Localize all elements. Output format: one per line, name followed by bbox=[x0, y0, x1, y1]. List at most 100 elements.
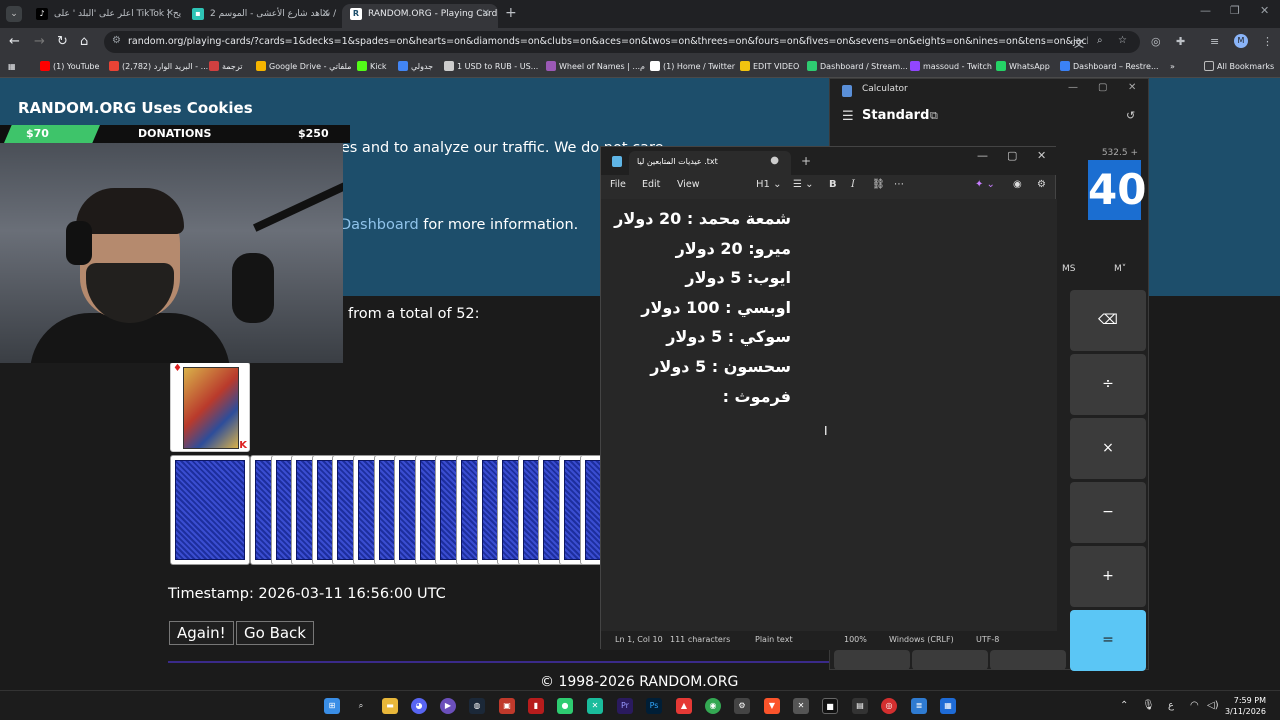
app-icon[interactable]: ■ bbox=[822, 698, 838, 714]
reload-icon[interactable]: ↻ bbox=[57, 34, 68, 50]
account-icon[interactable]: ◉ bbox=[1013, 179, 1022, 190]
bookmark-star-icon[interactable]: ☆ bbox=[1118, 35, 1127, 46]
divide-key[interactable]: ÷ bbox=[1070, 354, 1146, 415]
discord-icon[interactable]: ◕ bbox=[411, 698, 427, 714]
list-icon[interactable]: ☰ ⌄ bbox=[793, 179, 814, 190]
file-explorer-icon[interactable]: ▬ bbox=[382, 698, 398, 714]
bold-icon[interactable]: B bbox=[829, 179, 837, 190]
calculator-taskbar-icon[interactable]: ▦ bbox=[940, 698, 956, 714]
app-icon[interactable]: ▲ bbox=[676, 698, 692, 714]
multiply-key[interactable]: × bbox=[1070, 418, 1146, 479]
app-icon[interactable]: ▮ bbox=[528, 698, 544, 714]
close-icon[interactable]: ✕ bbox=[1037, 149, 1046, 162]
bookmark-item[interactable]: Dashboard – Restre... bbox=[1060, 60, 1159, 73]
menu-edit[interactable]: Edit bbox=[642, 179, 660, 190]
bookmark-item[interactable]: massoud - Twitch bbox=[910, 60, 992, 73]
home-icon[interactable]: ⌂ bbox=[80, 34, 88, 50]
subtract-key[interactable]: − bbox=[1070, 482, 1146, 543]
bookmark-item[interactable]: Kick bbox=[357, 60, 387, 73]
go-back-button[interactable]: Go Back bbox=[236, 621, 314, 645]
tab-series[interactable]: ▪ شاهد شارع الأعشى - الموسم 2 / ✕ bbox=[184, 4, 338, 28]
bookmark-item[interactable]: 1 USD to RUB - US... bbox=[444, 60, 538, 73]
link-icon[interactable]: ⛓ bbox=[872, 179, 885, 190]
italic-icon[interactable]: I bbox=[851, 179, 855, 190]
apps-icon[interactable]: ▦ bbox=[8, 60, 16, 73]
address-bar[interactable]: ⚙ random.org/playing-cards/?cards=1&deck… bbox=[104, 31, 1140, 53]
premiere-icon[interactable]: Pr bbox=[617, 698, 633, 714]
close-icon[interactable]: ✕ bbox=[166, 4, 174, 24]
maximize-icon[interactable]: ▢ bbox=[1007, 149, 1017, 162]
bookmark-item[interactable]: (1) Home / Twitter bbox=[650, 60, 735, 73]
extension-icon[interactable]: ◎ bbox=[1151, 35, 1161, 48]
unsaved-dot-icon[interactable]: ● bbox=[770, 155, 779, 166]
translate-icon[interactable]: 文 bbox=[1074, 35, 1084, 50]
network-icon[interactable]: ◠ bbox=[1190, 700, 1199, 711]
close-icon[interactable]: ✕ bbox=[322, 4, 330, 24]
notepad-editor[interactable]: شمعة محمد : 20 دولار ميرو: 20 دولار ايوب: … bbox=[601, 199, 1057, 631]
back-icon[interactable]: ← bbox=[9, 34, 20, 50]
minimize-icon[interactable]: — bbox=[1068, 82, 1078, 93]
extensions-puzzle-icon[interactable]: ✚ bbox=[1176, 35, 1185, 48]
minimize-icon[interactable]: — bbox=[1200, 4, 1211, 17]
calculator-key[interactable] bbox=[834, 650, 910, 670]
app-icon[interactable]: ✕ bbox=[793, 698, 809, 714]
memory-store-button[interactable]: MS bbox=[1062, 264, 1075, 274]
settings-gear-icon[interactable]: ⚙ bbox=[1037, 179, 1046, 190]
start-windows-icon[interactable]: ⊞ bbox=[324, 698, 340, 714]
brave-icon[interactable]: ▼ bbox=[764, 698, 780, 714]
backspace-key[interactable]: ⌫ bbox=[1070, 290, 1146, 351]
bookmark-item[interactable]: Google Drive - ملفاتي bbox=[256, 60, 351, 73]
bookmark-item[interactable]: Wheel of Names | ...م bbox=[546, 60, 645, 73]
microphone-icon[interactable]: 🎙 bbox=[1142, 700, 1155, 711]
close-icon[interactable]: ✕ bbox=[1128, 82, 1136, 93]
new-tab-button[interactable]: + bbox=[801, 154, 811, 168]
menu-file[interactable]: File bbox=[610, 179, 626, 190]
maximize-icon[interactable]: ▢ bbox=[1098, 82, 1107, 93]
search-icon[interactable]: ⌕ bbox=[353, 698, 369, 714]
app-icon[interactable]: ● bbox=[557, 698, 573, 714]
site-info-icon[interactable]: ⚙ bbox=[112, 35, 121, 46]
app-icon[interactable]: ⚙ bbox=[734, 698, 750, 714]
photoshop-icon[interactable]: Ps bbox=[646, 698, 662, 714]
history-icon[interactable]: ↺ bbox=[1126, 109, 1135, 122]
equals-key[interactable]: = bbox=[1070, 610, 1146, 671]
zoom-icon[interactable]: ⌕ bbox=[1097, 35, 1103, 46]
profile-avatar[interactable]: M bbox=[1234, 34, 1248, 48]
volume-icon[interactable]: ◁) bbox=[1207, 700, 1219, 711]
again-button[interactable]: Again! bbox=[169, 621, 234, 645]
app-icon[interactable]: ✕ bbox=[587, 698, 603, 714]
bookmark-item[interactable]: Dashboard / Stream... bbox=[807, 60, 908, 73]
calculator-key[interactable] bbox=[990, 650, 1066, 670]
app-icon[interactable]: ◎ bbox=[881, 698, 897, 714]
bookmark-item[interactable]: WhatsApp bbox=[996, 60, 1050, 73]
notepad-taskbar-icon[interactable]: ≣ bbox=[911, 698, 927, 714]
bookmark-item[interactable]: (1) YouTube bbox=[40, 60, 99, 73]
bookmark-item[interactable]: (2,782) البريد الوارد - ... bbox=[109, 60, 208, 73]
menu-icon[interactable]: ⋮ bbox=[1262, 35, 1273, 48]
tab-search-button[interactable]: ⌄ bbox=[6, 6, 22, 22]
app-icon[interactable]: ▣ bbox=[499, 698, 515, 714]
heading-dropdown[interactable]: H1 ⌄ bbox=[756, 179, 781, 190]
memory-menu-button[interactable]: M˅ bbox=[1114, 264, 1126, 274]
bookmark-item[interactable]: EDIT VIDEO bbox=[740, 60, 799, 73]
bookmark-item[interactable]: ترجمة bbox=[209, 60, 243, 73]
dashboard-link[interactable]: Dashboard bbox=[340, 217, 419, 233]
hamburger-icon[interactable]: ☰ bbox=[842, 109, 854, 124]
new-tab-button[interactable]: + bbox=[505, 5, 517, 21]
media-player-icon[interactable]: ▶ bbox=[440, 698, 456, 714]
more-icon[interactable]: ⋯ bbox=[894, 179, 904, 190]
close-icon[interactable]: ✕ bbox=[482, 4, 490, 24]
all-bookmarks[interactable]: All Bookmarks bbox=[1204, 60, 1274, 73]
app-icon[interactable]: ▤ bbox=[852, 698, 868, 714]
calculator-key[interactable] bbox=[912, 650, 988, 670]
close-window-icon[interactable]: ✕ bbox=[1260, 4, 1269, 17]
reading-list-icon[interactable]: ≡ bbox=[1210, 35, 1219, 48]
input-language[interactable]: ع bbox=[1168, 700, 1174, 711]
keep-on-top-icon[interactable]: ⧉ bbox=[930, 109, 938, 123]
copilot-icon[interactable]: ✦ ⌄ bbox=[975, 179, 995, 190]
steam-icon[interactable]: ◍ bbox=[469, 698, 485, 714]
url-text[interactable]: random.org/playing-cards/?cards=1&decks=… bbox=[128, 35, 1088, 49]
menu-view[interactable]: View bbox=[677, 179, 700, 190]
minimize-icon[interactable]: — bbox=[977, 149, 988, 162]
more-bookmarks-icon[interactable]: » bbox=[1170, 60, 1175, 73]
